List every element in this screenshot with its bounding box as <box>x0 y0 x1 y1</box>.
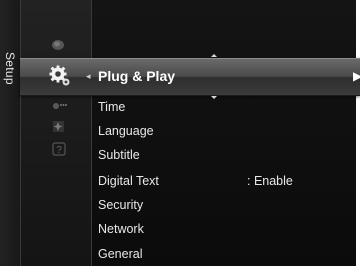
scroll-up-indicator-icon <box>211 54 217 57</box>
setup-gear-icon[interactable] <box>48 64 72 88</box>
menu-item-digital-text[interactable]: Digital Text : Enable <box>98 171 348 191</box>
right-arrow-icon: ▶ <box>353 69 360 83</box>
setup-label: Setup <box>3 52 17 85</box>
tv-menu-screen: Setup ◂ Plug & Play ▶ ? Time Language Su… <box>0 0 360 266</box>
menu-item-label: Network <box>98 222 144 236</box>
menu-item-label: Time <box>98 100 126 114</box>
menu-item-label: Subtitle <box>98 148 140 162</box>
selected-item-label: Plug & Play <box>98 68 176 84</box>
menu-item-label: Digital Text <box>98 174 159 188</box>
menu-item-security[interactable]: Security <box>98 195 348 215</box>
svg-text:?: ? <box>56 145 62 156</box>
menu-item-label: Language <box>98 124 154 138</box>
application-icon[interactable] <box>51 120 67 134</box>
left-arrow-icon: ◂ <box>86 71 91 81</box>
input-icon[interactable] <box>51 100 67 112</box>
menu-item-general[interactable]: General <box>98 244 348 264</box>
menu-item-language[interactable]: Language <box>98 121 348 141</box>
digital-text-value: : Enable <box>247 174 293 188</box>
menu-item-network[interactable]: Network <box>98 219 348 239</box>
picture-icon[interactable] <box>50 38 66 52</box>
menu-item-time[interactable]: Time <box>98 97 348 117</box>
side-category-label: Setup <box>0 0 21 266</box>
support-icon[interactable]: ? <box>52 142 66 156</box>
menu-item-label: Security <box>98 198 144 212</box>
menu-item-label: General <box>98 247 143 261</box>
menu-item-subtitle[interactable]: Subtitle <box>98 145 348 165</box>
